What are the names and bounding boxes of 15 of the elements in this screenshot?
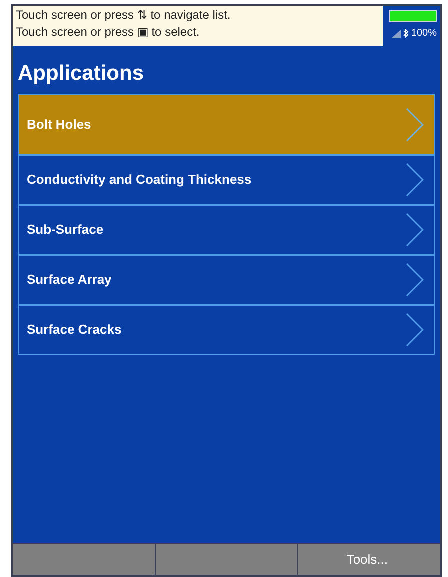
chevron-right-icon [406, 108, 424, 142]
hint-text: Touch screen or press ▣ to select. [16, 24, 201, 41]
bluetooth-icon [403, 29, 410, 38]
softkey-button[interactable] [13, 544, 155, 575]
chevron-right-icon [406, 313, 424, 347]
hint-text: Touch screen or press ⇅ to navigate list. [16, 7, 232, 24]
battery-percentage: 100% [411, 27, 437, 41]
chevron-right-icon [406, 213, 424, 247]
softkey-button[interactable] [156, 544, 298, 575]
battery-meter [389, 10, 437, 22]
chevron-right-icon [406, 263, 424, 297]
signal-icon [392, 30, 402, 38]
chevron-right-icon [406, 163, 424, 197]
tools-button[interactable]: Tools... [298, 544, 440, 575]
page-title: Applications [17, 61, 146, 87]
